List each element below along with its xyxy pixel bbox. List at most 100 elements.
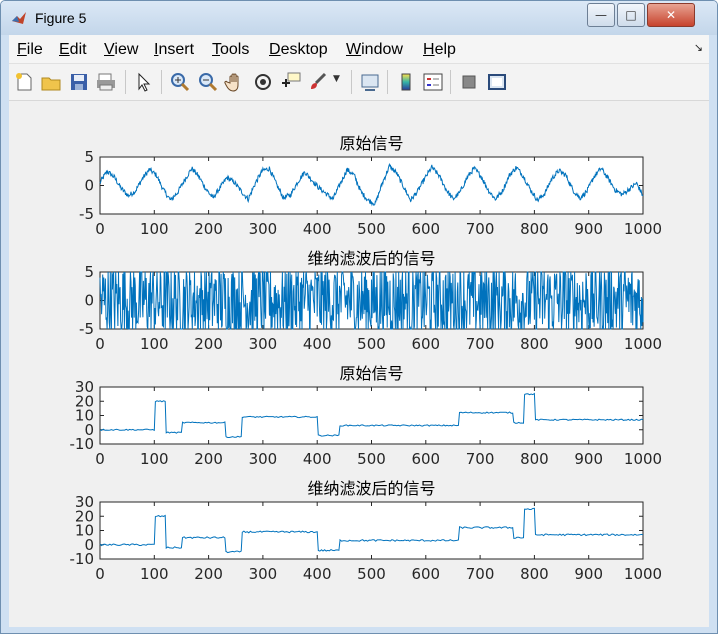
menu-edit[interactable]: Edit (59, 41, 87, 59)
x-tick-label: 300 (249, 335, 278, 353)
show-plot-tools-icon[interactable] (486, 71, 508, 93)
menu-insert[interactable]: Insert (154, 41, 194, 59)
x-tick-label: 300 (249, 220, 278, 238)
x-tick-label: 600 (411, 335, 440, 353)
subplot-title: 维纳滤波后的信号 (307, 479, 435, 498)
x-tick-label: 200 (194, 335, 223, 353)
menu-window[interactable]: Window (346, 41, 403, 59)
window-title: Figure 5 (35, 10, 87, 26)
x-tick-label: 600 (411, 565, 440, 583)
y-tick-label: -10 (70, 550, 95, 568)
x-tick-label: 400 (303, 450, 332, 468)
y-tick-label: -5 (79, 205, 94, 223)
toolbar-separator (161, 70, 162, 94)
colorbar-icon[interactable] (395, 71, 417, 93)
x-tick-label: 0 (95, 565, 105, 583)
x-tick-label: 600 (411, 220, 440, 238)
menu-desktop[interactable]: Desktop (269, 41, 328, 59)
menu-file[interactable]: File (17, 41, 43, 59)
subplot-title: 维纳滤波后的信号 (307, 249, 435, 268)
figure-toolbar: ▼ (9, 64, 709, 101)
x-tick-label: 700 (466, 450, 495, 468)
x-tick-label: 800 (520, 335, 549, 353)
toolbar-separator (351, 70, 352, 94)
maximize-icon: □ (625, 8, 637, 22)
x-tick-label: 900 (574, 450, 603, 468)
x-tick-label: 500 (357, 335, 386, 353)
pointer-icon[interactable] (133, 71, 155, 93)
toolbar-separator (387, 70, 388, 94)
dropdown-arrow-icon[interactable]: ▼ (333, 74, 340, 84)
hide-plot-tools-icon[interactable] (458, 71, 480, 93)
x-tick-label: 700 (466, 565, 495, 583)
x-tick-label: 300 (249, 450, 278, 468)
x-tick-label: 100 (140, 220, 169, 238)
x-tick-label: 300 (249, 565, 278, 583)
figure-window: Figure 5 — □ ✕ File Edit View Insert Too… (0, 0, 718, 634)
x-tick-label: 0 (95, 220, 105, 238)
x-tick-label: 700 (466, 335, 495, 353)
x-tick-label: 900 (574, 220, 603, 238)
open-file-icon[interactable] (40, 71, 62, 93)
x-tick-label: 900 (574, 335, 603, 353)
menu-tools[interactable]: Tools (212, 41, 249, 59)
x-tick-label: 600 (411, 450, 440, 468)
y-tick-label: -5 (79, 320, 94, 338)
minimize-button[interactable]: — (587, 3, 615, 27)
toolbar-separator (125, 70, 126, 94)
x-tick-label: 100 (140, 335, 169, 353)
x-tick-label: 200 (194, 565, 223, 583)
menu-bar: File Edit View Insert Tools Desktop Wind… (9, 35, 709, 64)
y-tick-label: 0 (84, 292, 94, 310)
new-figure-icon[interactable] (13, 71, 35, 93)
x-tick-label: 200 (194, 220, 223, 238)
x-tick-label: 400 (303, 220, 332, 238)
save-icon[interactable] (68, 71, 90, 93)
x-tick-label: 900 (574, 565, 603, 583)
legend-icon[interactable] (422, 71, 444, 93)
zoom-in-icon[interactable] (169, 71, 191, 93)
x-tick-label: 200 (194, 450, 223, 468)
dock-arrow-icon[interactable]: ↘ (694, 41, 703, 54)
x-tick-label: 1000 (624, 565, 662, 583)
figure-canvas: 原始信号 0 100 200 300 400 500 600 700 800 900 1000 5 0 -5… (9, 101, 709, 627)
axes-box (99, 156, 644, 215)
x-tick-label: 400 (303, 565, 332, 583)
y-tick-label: 5 (84, 263, 94, 281)
print-icon[interactable] (95, 71, 117, 93)
minimize-icon: — (595, 8, 607, 22)
x-tick-label: 800 (520, 450, 549, 468)
axes-box (99, 501, 644, 560)
x-tick-label: 1000 (624, 220, 662, 238)
brush-icon[interactable] (307, 71, 329, 93)
matlab-logo-icon (12, 12, 26, 24)
x-tick-label: 700 (466, 220, 495, 238)
y-tick-label: 5 (84, 148, 94, 166)
x-tick-label: 100 (140, 565, 169, 583)
zoom-out-icon[interactable] (197, 71, 219, 93)
pan-icon[interactable] (224, 71, 246, 93)
close-icon: ✕ (665, 8, 677, 22)
x-tick-label: 1000 (624, 335, 662, 353)
link-plot-icon[interactable] (359, 71, 381, 93)
subplot-title: 原始信号 (339, 134, 403, 153)
data-cursor-icon[interactable] (280, 71, 302, 93)
x-tick-label: 1000 (624, 450, 662, 468)
x-tick-label: 800 (520, 565, 549, 583)
menu-help[interactable]: Help (423, 41, 456, 59)
x-tick-label: 0 (95, 450, 105, 468)
close-button[interactable]: ✕ (647, 3, 695, 27)
x-tick-label: 100 (140, 450, 169, 468)
x-tick-label: 0 (95, 335, 105, 353)
axes-box (99, 386, 644, 445)
toolbar-separator (450, 70, 451, 94)
y-tick-label: 0 (84, 177, 94, 195)
x-tick-label: 800 (520, 220, 549, 238)
maximize-button[interactable]: □ (617, 3, 645, 27)
x-tick-label: 400 (303, 335, 332, 353)
menu-view[interactable]: View (104, 41, 138, 59)
subplots: 原始信号0 100 200 300 400 500 600 700 800 900 100050-5… (70, 134, 663, 583)
x-tick-label: 500 (357, 220, 386, 238)
title-bar[interactable]: Figure 5 — □ ✕ (1, 1, 717, 35)
rotate-3d-icon[interactable] (252, 71, 274, 93)
